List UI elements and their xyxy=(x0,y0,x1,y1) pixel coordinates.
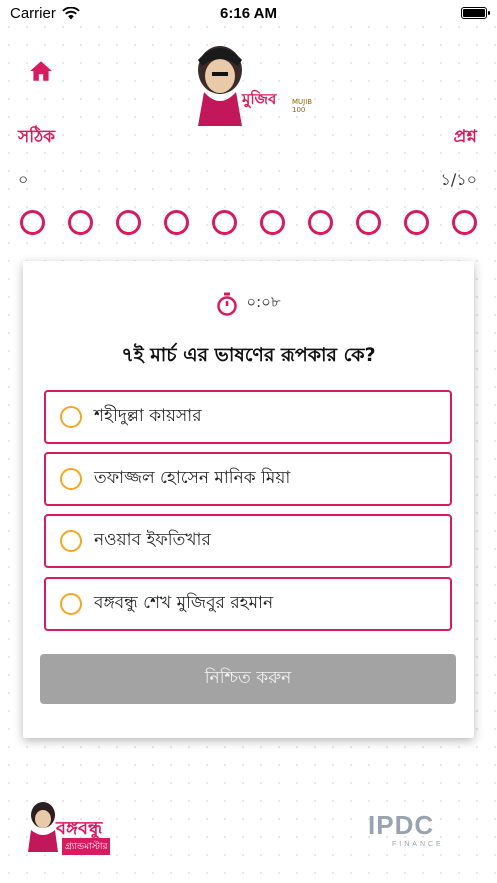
carrier-label: Carrier xyxy=(10,4,56,22)
radio-icon[interactable] xyxy=(60,468,82,490)
question-progress-dots xyxy=(20,210,477,235)
progress-dot xyxy=(20,210,45,235)
correct-label: সঠিক xyxy=(18,127,56,147)
option-2[interactable]: তফাজ্জল হোসেন মানিক মিয়া xyxy=(44,452,452,506)
timer: ০:০৮ xyxy=(23,291,474,316)
progress-dot xyxy=(164,210,189,235)
question-progress: ১/১০ xyxy=(440,170,477,189)
option-label: তফাজ্জল হোসেন মানিক মিয়া xyxy=(94,468,291,488)
battery-icon xyxy=(461,7,490,19)
option-label: শহীদুল্লা কায়সার xyxy=(94,406,202,426)
option-4[interactable]: বঙ্গবন্ধু শেখ মুজিবুর রহমান xyxy=(44,577,452,631)
progress-dot xyxy=(260,210,285,235)
radio-icon[interactable] xyxy=(60,406,82,428)
sponsor-left-sub: গ্র্যান্ডমাস্টার xyxy=(62,838,111,855)
logo-number: MUJIB 100 xyxy=(292,98,313,114)
ipdc-sub: FINANCE xyxy=(392,841,444,848)
progress-dot xyxy=(356,210,381,235)
option-1[interactable]: শহীদুল্লা কায়সার xyxy=(44,390,452,444)
question-text: ৭ই মার্চ এর ভাষণের রূপকার কে? xyxy=(121,344,376,366)
home-icon[interactable] xyxy=(28,58,54,84)
logo-title: মুজিব xyxy=(242,90,277,108)
ipdc-brand: IPDC xyxy=(368,810,435,840)
mujib-100-logo: মুজিব MUJIB 100 xyxy=(190,40,312,126)
bangabandhu-grandmaster-logo: বঙ্গবন্ধু গ্র্যান্ডমাস্টার xyxy=(26,800,136,860)
stopwatch-icon xyxy=(217,292,238,316)
progress-dot xyxy=(308,210,333,235)
correct-count: ০ xyxy=(18,170,29,189)
question-label: প্রশ্ন xyxy=(453,127,477,147)
option-3[interactable]: নওয়াব ইফতিখার xyxy=(44,514,452,568)
option-label: নওয়াব ইফতিখার xyxy=(94,530,211,550)
confirm-button[interactable]: নিশ্চিত করুন xyxy=(40,654,456,704)
progress-dot xyxy=(68,210,93,235)
progress-dot xyxy=(452,210,477,235)
timer-value: ০:০৮ xyxy=(246,293,281,311)
radio-icon[interactable] xyxy=(60,530,82,552)
option-label: বঙ্গবন্ধু শেখ মুজিবুর রহমান xyxy=(94,593,274,613)
wifi-icon xyxy=(62,6,80,19)
ipdc-finance-logo: IPDC FINANCE xyxy=(368,810,474,856)
status-time: 6:16 AM xyxy=(220,4,277,22)
progress-dot xyxy=(404,210,429,235)
progress-dot xyxy=(116,210,141,235)
radio-icon[interactable] xyxy=(60,593,82,615)
status-bar: Carrier 6:16 AM xyxy=(0,0,497,26)
progress-dot xyxy=(212,210,237,235)
quiz-card: ০:০৮ ৭ই মার্চ এর ভাষণের রূপকার কে? শহীদু… xyxy=(23,261,474,738)
portrait-mini xyxy=(28,802,58,852)
status-left: Carrier xyxy=(10,5,80,22)
